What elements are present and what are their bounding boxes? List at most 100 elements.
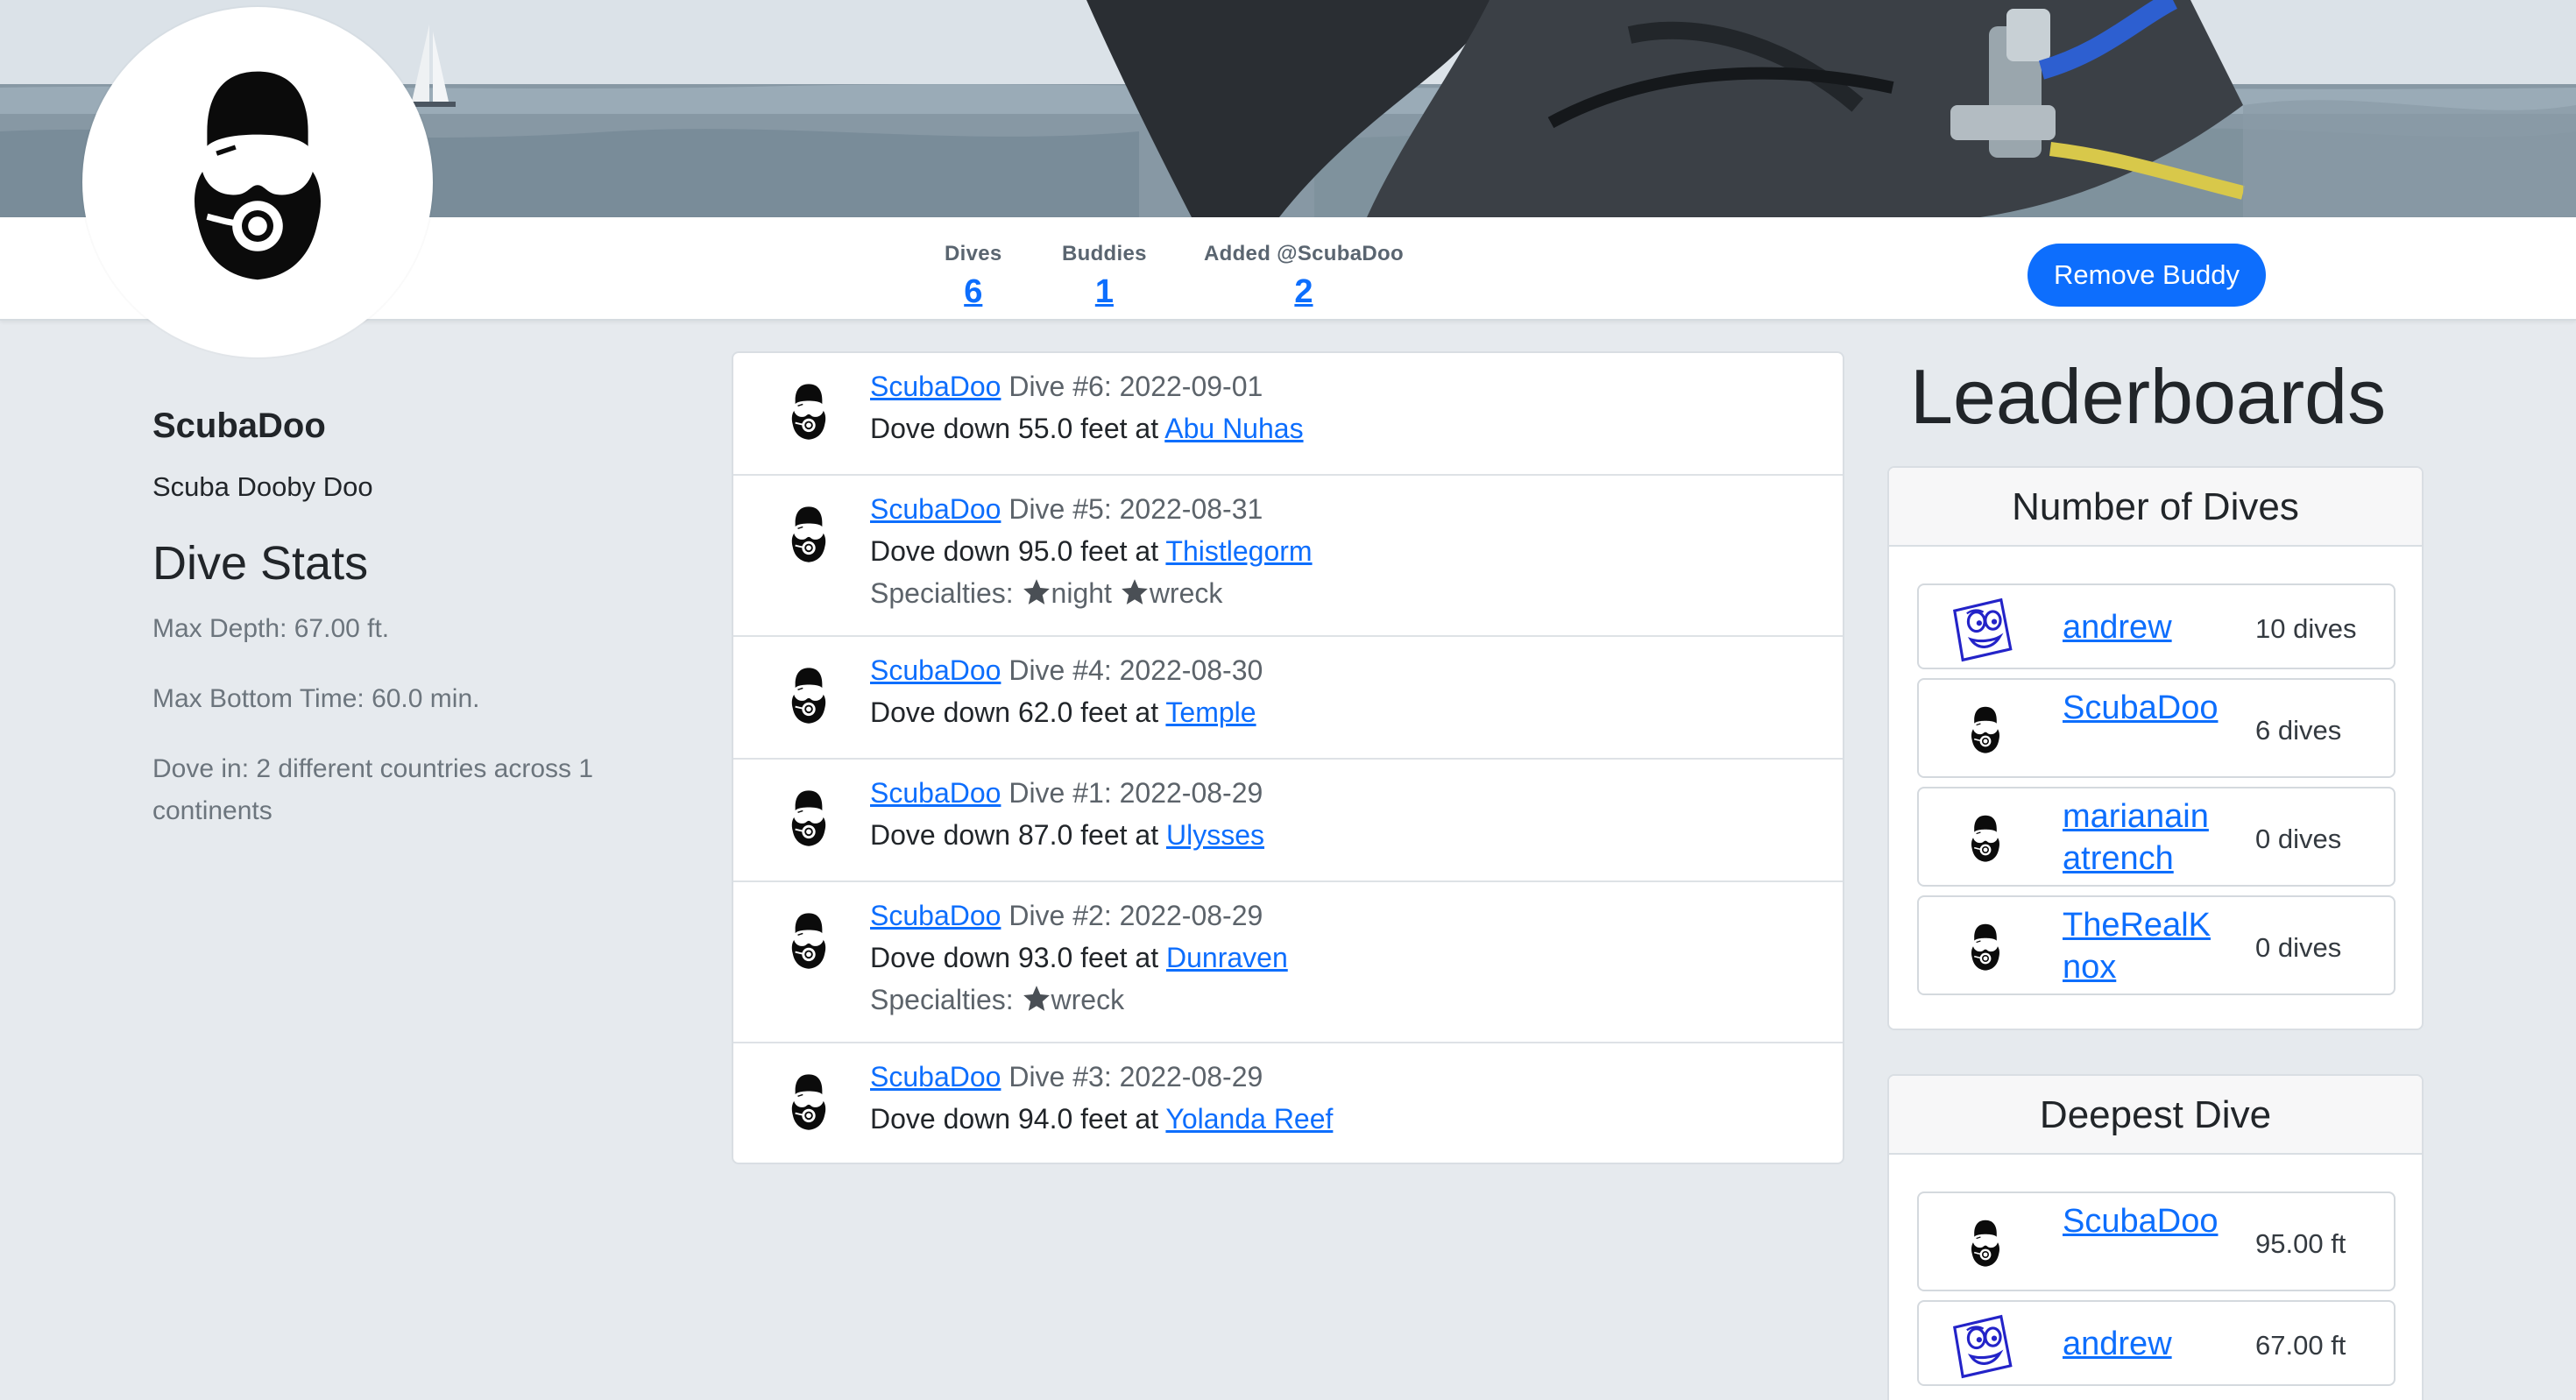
dive-site-link[interactable]: Thistlegorm [1165,535,1312,567]
leaderboards-heading: Leaderboards [1910,353,2387,440]
leaderboard-row: andrew 67.00 ft [1917,1300,2396,1386]
leaderboard-value: 67.00 ft [2255,1330,2346,1361]
dive-depth: Dove down 93.0 feet at [870,942,1166,973]
dive-entry: ScubaDoo Dive #6: 2022-09-01 Dove down 5… [733,353,1843,474]
dive-feed: ScubaDoo Dive #6: 2022-09-01 Dove down 5… [732,351,1844,1164]
profile-username: ScubaDoo [152,407,326,445]
dive-depth: Dove down 87.0 feet at [870,819,1166,851]
dive-title-line: ScubaDoo Dive #2: 2022-08-29 [870,900,1263,932]
diver-mask-icon [1968,815,2003,864]
dive-user-link[interactable]: ScubaDoo [870,493,1001,525]
dive-title-line: ScubaDoo Dive #1: 2022-08-29 [870,777,1263,810]
leaderboard-value: 95.00 ft [2255,1228,2346,1259]
diver-mask-icon [1968,706,2003,755]
star-icon [1022,577,1051,607]
stat-added-label: Added @ScubaDoo [1204,242,1404,265]
stat-buddies-label: Buddies [1062,242,1147,265]
dive-depth: Dove down 94.0 feet at [870,1103,1166,1135]
stat-buddies-link[interactable]: 1 [1062,273,1147,311]
dive-title-line: ScubaDoo Dive #4: 2022-08-30 [870,654,1263,687]
dive-depth-line: Dove down 55.0 feet at Abu Nuhas [870,413,1304,445]
dive-title: Dive #2: 2022-08-29 [1001,900,1263,931]
diver-mask-icon [1968,1220,2003,1269]
dive-entry: ScubaDoo Dive #5: 2022-08-31 Dove down 9… [733,474,1843,635]
leaderboard-value: 0 dives [2255,824,2342,854]
dive-user-link[interactable]: ScubaDoo [870,900,1001,931]
leaderboard-row: ScubaDoo 95.00 ft [1917,1191,2396,1291]
specialty-tag: night [1051,577,1112,609]
number-of-dives-card: Number of Dives andrew 10 dives ScubaDoo… [1887,466,2424,1030]
dive-user-link[interactable]: ScubaDoo [870,654,1001,686]
specialties-label: Specialties: [870,577,1022,609]
stat-dives-label: Dives [945,242,1002,265]
number-of-dives-heading: Number of Dives [1889,468,2422,547]
diver-mask-icon [788,912,830,972]
diver-mask-icon [788,1073,830,1133]
diver-mask-icon [788,667,830,726]
dive-site-link[interactable]: Ulysses [1166,819,1264,851]
leaderboard-user-link[interactable]: ScubaDoo [2063,1200,2220,1242]
dive-user-link[interactable]: ScubaDoo [870,371,1001,402]
dive-title: Dive #1: 2022-08-29 [1001,777,1263,809]
dive-site-link[interactable]: Temple [1165,696,1256,728]
dive-title: Dive #6: 2022-09-01 [1001,371,1263,402]
leaderboard-user-link[interactable]: TheRealKnox [2063,904,2220,988]
cartoon-face-icon [1945,596,2019,664]
leaderboard-user-link[interactable]: marianainatrench [2063,795,2220,880]
diver-mask-icon [788,506,830,565]
dive-user-link[interactable]: ScubaDoo [870,1061,1001,1092]
specialties-label: Specialties: [870,984,1022,1015]
diver-mask-icon [788,383,830,442]
dive-user-link[interactable]: ScubaDoo [870,777,1001,809]
dive-depth-line: Dove down 62.0 feet at Temple [870,696,1256,729]
specialty-tag: wreck [1051,984,1125,1015]
profile-avatar [82,7,433,357]
stat-added: Added @ScubaDoo 2 [1204,242,1404,311]
max-depth-stat: Max Depth: 67.00 ft. [152,614,390,643]
stat-dives-link[interactable]: 6 [945,273,1002,311]
cartoon-face-icon [1945,1312,2019,1381]
leaderboard-row: TheRealKnox 0 dives [1917,895,2396,995]
leaderboard-value: 6 dives [2255,715,2342,746]
countries-stat: Dove in: 2 different countries across 1 … [152,754,594,825]
dive-depth-line: Dove down 94.0 feet at Yolanda Reef [870,1103,1333,1135]
dive-entry: ScubaDoo Dive #2: 2022-08-29 Dove down 9… [733,880,1843,1042]
dive-title: Dive #3: 2022-08-29 [1001,1061,1263,1092]
dive-site-link[interactable]: Yolanda Reef [1165,1103,1333,1135]
dive-title-line: ScubaDoo Dive #6: 2022-09-01 [870,371,1263,403]
stat-buddies: Buddies 1 [1062,242,1147,311]
dive-title-line: ScubaDoo Dive #5: 2022-08-31 [870,493,1263,526]
deepest-dive-card: Deepest Dive ScubaDoo 95.00 ft andrew 67… [1887,1074,2424,1400]
profile-full-name: Scuba Dooby Doo [152,471,373,502]
leaderboard-value: 0 dives [2255,932,2342,963]
leaderboard-row: ScubaDoo 6 dives [1917,678,2396,778]
stat-dives: Dives 6 [945,242,1002,311]
dive-title: Dive #4: 2022-08-30 [1001,654,1263,686]
leaderboard-value: 10 dives [2255,613,2357,644]
dive-specialties-line: Specialties: wreck [870,984,1124,1016]
dive-depth: Dove down 62.0 feet at [870,696,1166,728]
dive-entry: ScubaDoo Dive #4: 2022-08-30 Dove down 6… [733,635,1843,758]
dive-entry: ScubaDoo Dive #1: 2022-08-29 Dove down 8… [733,758,1843,880]
leaderboard-row: marianainatrench 0 dives [1917,787,2396,887]
dive-entry: ScubaDoo Dive #3: 2022-08-29 Dove down 9… [733,1042,1843,1163]
dive-specialties-line: Specialties: night wreck [870,577,1222,610]
specialty-tag: wreck [1149,577,1223,609]
remove-buddy-button[interactable]: Remove Buddy [2028,244,2266,307]
leaderboard-user-link[interactable]: andrew [2063,1323,2220,1365]
leaderboard-user-link[interactable]: ScubaDoo [2063,687,2220,729]
dive-site-link[interactable]: Abu Nuhas [1164,413,1303,444]
dive-title: Dive #5: 2022-08-31 [1001,493,1263,525]
deepest-dive-heading: Deepest Dive [1889,1076,2422,1155]
dive-depth-line: Dove down 93.0 feet at Dunraven [870,942,1288,974]
diver-mask-icon [788,789,830,849]
dive-depth-line: Dove down 95.0 feet at Thistlegorm [870,535,1313,568]
diver-mask-icon [179,68,336,289]
diver-mask-icon [1968,923,2003,972]
leaderboard-user-link[interactable]: andrew [2063,606,2220,648]
dive-title-line: ScubaDoo Dive #3: 2022-08-29 [870,1061,1263,1093]
dive-depth-line: Dove down 87.0 feet at Ulysses [870,819,1264,852]
dive-site-link[interactable]: Dunraven [1166,942,1288,973]
stat-added-link[interactable]: 2 [1204,273,1404,311]
leaderboard-row: andrew 10 dives [1917,583,2396,669]
